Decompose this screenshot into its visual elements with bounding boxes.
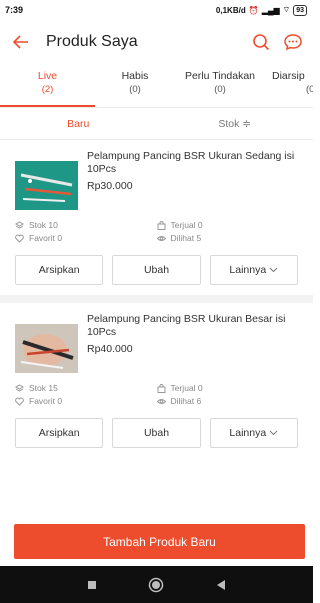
tab-count: (0) <box>214 84 226 95</box>
stat-stock: Stok 10 <box>15 220 157 230</box>
bag-icon <box>157 220 166 230</box>
tab-label: Perlu Tindakan <box>184 70 256 82</box>
home-icon[interactable] <box>144 573 168 597</box>
status-tabs: Live (2) Habis (0) Perlu Tindakan (0) Di… <box>0 64 313 108</box>
stat-label: Favorit 0 <box>29 233 63 243</box>
chevron-down-icon <box>269 428 278 438</box>
stat-label: Terjual 0 <box>170 220 203 230</box>
page-title: Produk Saya <box>46 33 138 50</box>
product-stats: Stok 15 Terjual 0 Favorit 0 Dilihat 6 <box>15 383 298 406</box>
archive-button[interactable]: Arsipkan <box>15 255 104 285</box>
signal-icon: ▂▄▆ <box>261 5 280 15</box>
app-bar-actions <box>251 32 303 52</box>
arrow-left-icon[interactable] <box>10 31 32 53</box>
product-name[interactable]: Pelampung Pancing BSR Ukuran Sedang isi … <box>87 150 298 176</box>
stat-views: Dilihat 6 <box>156 396 299 406</box>
bag-icon <box>157 383 166 393</box>
sort-stock[interactable]: Stok ≑ <box>157 118 314 130</box>
tab-perlu-tindakan[interactable]: Perlu Tindakan (0) <box>175 64 265 107</box>
tab-count: (2) <box>41 84 54 95</box>
heart-icon <box>15 397 24 406</box>
eye-icon <box>156 397 166 406</box>
tab-count: (0) <box>129 84 141 95</box>
heart-icon <box>15 234 24 243</box>
tab-label: Diarsip <box>272 70 305 82</box>
back-nav-icon[interactable] <box>209 573 233 597</box>
search-icon[interactable] <box>251 32 271 52</box>
product-price: Rp40.000 <box>87 343 133 355</box>
stat-label: Dilihat 5 <box>170 233 202 243</box>
product-stats: Stok 10 Terjual 0 Favorit 0 Dilihat 5 <box>15 220 298 243</box>
stat-favorite: Favorit 0 <box>15 233 157 243</box>
network-speed: 0,1KB/d <box>215 5 246 15</box>
tab-live[interactable]: Live (2) <box>0 64 95 107</box>
product-card: Pelampung Pancing BSR Ukuran Besar isi 1… <box>0 303 313 448</box>
recents-icon[interactable] <box>80 573 104 597</box>
section-divider <box>0 295 313 303</box>
status-bar: 7:39 0,1KB/d ⏰ ▂▄▆ ⌔ 93 <box>0 0 313 20</box>
status-icons: 0,1KB/d ⏰ ▂▄▆ ⌔ 93 <box>215 4 307 16</box>
stat-label: Favorit 0 <box>29 396 63 406</box>
stat-sold: Terjual 0 <box>157 383 299 393</box>
tab-diarsip[interactable]: Diarsip (0) <box>265 64 313 107</box>
add-product-button[interactable]: Tambah Produk Baru <box>14 524 305 559</box>
stat-views: Dilihat 5 <box>156 233 299 243</box>
bottom-action-bar: Tambah Produk Baru <box>0 514 313 564</box>
product-actions: Arsipkan Ubah Lainnya <box>15 255 298 285</box>
tab-label: Habis <box>121 70 149 82</box>
stat-favorite: Favorit 0 <box>15 396 157 406</box>
product-price: Rp30.000 <box>87 180 133 192</box>
stack-icon <box>15 220 24 230</box>
product-thumbnail[interactable] <box>15 161 78 210</box>
chevron-down-icon <box>269 265 278 275</box>
stat-stock: Stok 15 <box>15 383 157 393</box>
stack-icon <box>15 383 24 393</box>
sort-newest[interactable]: Baru <box>0 118 157 130</box>
stat-label: Dilihat 6 <box>170 396 202 406</box>
stat-label: Stok 10 <box>29 220 58 230</box>
tab-label: Live <box>37 70 58 82</box>
product-card: Pelampung Pancing BSR Ukuran Sedang isi … <box>0 140 313 285</box>
edit-button[interactable]: Ubah <box>112 255 201 285</box>
sort-bar: Baru Stok ≑ <box>0 108 313 140</box>
more-button-label: Lainnya <box>229 427 267 439</box>
chat-icon[interactable] <box>283 32 303 52</box>
stat-label: Terjual 0 <box>170 383 203 393</box>
stat-sold: Terjual 0 <box>157 220 299 230</box>
alarm-icon: ⏰ <box>248 5 259 15</box>
battery-icon: 93 <box>293 4 307 16</box>
tab-habis[interactable]: Habis (0) <box>95 64 175 107</box>
more-button-label: Lainnya <box>229 264 267 276</box>
status-time: 7:39 <box>5 5 24 15</box>
more-button[interactable]: Lainnya <box>209 255 298 285</box>
product-actions: Arsipkan Ubah Lainnya <box>15 418 298 448</box>
archive-button[interactable]: Arsipkan <box>15 418 104 448</box>
product-name[interactable]: Pelampung Pancing BSR Ukuran Besar isi 1… <box>87 313 298 339</box>
app-bar: Produk Saya <box>0 20 313 64</box>
eye-icon <box>156 234 166 243</box>
more-button[interactable]: Lainnya <box>209 418 298 448</box>
system-nav-bar <box>0 566 313 603</box>
edit-button[interactable]: Ubah <box>112 418 201 448</box>
product-thumbnail[interactable] <box>15 324 78 373</box>
wifi-icon: ⌔ <box>282 5 291 14</box>
stat-label: Stok 15 <box>29 383 58 393</box>
tab-count: (0) <box>306 84 313 95</box>
